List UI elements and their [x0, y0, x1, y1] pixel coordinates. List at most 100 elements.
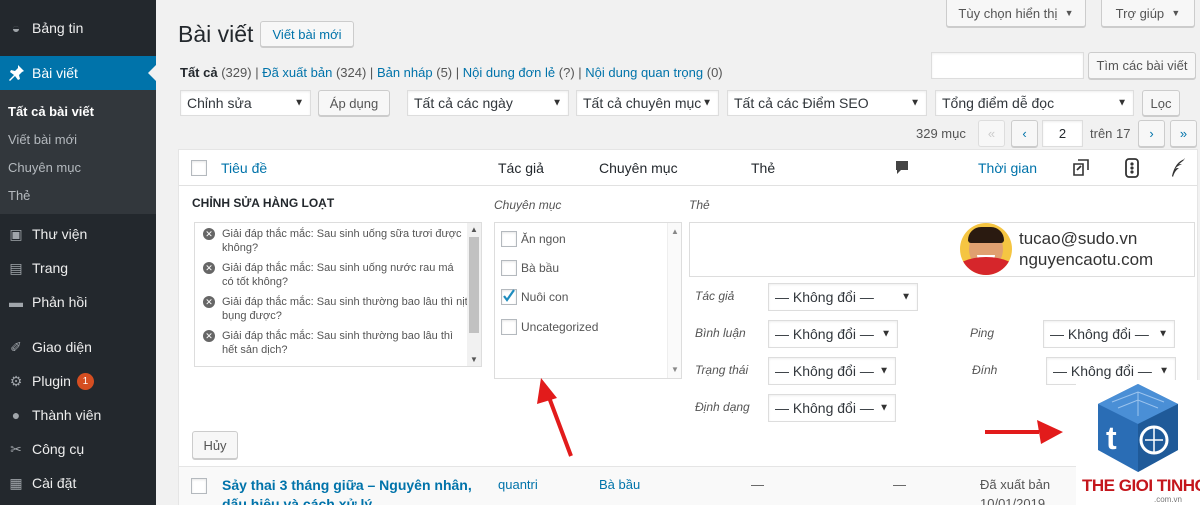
count: (5) [436, 65, 453, 80]
last-page-button[interactable]: » [1170, 120, 1197, 147]
menu-media[interactable]: ▣ Thư viện [0, 217, 156, 251]
submenu-categories[interactable]: Chuyên mục [8, 160, 81, 175]
readability-select[interactable]: Tổng điểm dễ đọc ▼ [935, 90, 1134, 116]
dashboard-icon: ◒ [11, 20, 21, 36]
menu-dashboard[interactable]: ◒ Bảng tin [0, 11, 156, 45]
appearance-icon: ✐ [10, 338, 22, 355]
next-page-button[interactable]: › [1138, 120, 1165, 147]
category-option[interactable]: Nuôi con [501, 289, 568, 305]
menu-users[interactable]: ● Thành viên [0, 398, 156, 432]
category-name: Uncategorized [521, 320, 599, 334]
pages-icon: ▤ [9, 259, 23, 276]
logo-watermark: t THE GIOI TINHOC .com.vn [1076, 380, 1200, 505]
apply-button[interactable]: Áp dụng [318, 90, 390, 116]
category-option[interactable]: Uncategorized [501, 319, 598, 335]
filter-draft[interactable]: Bản nháp [377, 65, 433, 80]
post-category[interactable]: Bà bầu [599, 477, 640, 492]
post-status-filters: Tất cả (329) | Đã xuất bản (324) | Bản n… [180, 65, 723, 80]
category-checkbox-checked[interactable] [501, 289, 517, 305]
status-select[interactable]: — Không đổi — ▼ [768, 357, 896, 385]
category-checkbox[interactable] [501, 260, 517, 276]
menu-tools[interactable]: ✂ Công cụ [0, 432, 156, 466]
sticky-label: Đính [972, 363, 998, 377]
first-page-button[interactable]: « [978, 120, 1005, 147]
remove-icon[interactable]: ✕ [203, 330, 215, 342]
format-label: Định dạng [695, 400, 750, 414]
add-new-post-button[interactable]: Viết bài mới [260, 21, 354, 47]
scroll-up-icon[interactable]: ▲ [671, 227, 679, 236]
email-text: tucao@sudo.vn [1019, 229, 1138, 248]
menu-pages[interactable]: ▤ Trang [0, 251, 156, 285]
list-item-label: Giải đáp thắc mắc: Sau sinh thường bao l… [222, 296, 468, 322]
prev-page-button[interactable]: ‹ [1011, 120, 1038, 147]
author-select[interactable]: — Không đổi — ▼ [768, 283, 918, 311]
category-name: Nuôi con [521, 290, 569, 304]
row-checkbox[interactable] [191, 478, 207, 494]
logo-text: THE GIOI TINHOC [1082, 476, 1200, 495]
caret-down-icon: ▼ [1117, 97, 1127, 109]
submenu-all-posts[interactable]: Tất cả bài viết [8, 104, 94, 119]
list-item-label: Giải đáp thắc mắc: Sau sinh thường bao l… [222, 330, 454, 356]
select-value: Tất cả các Điểm SEO [734, 95, 869, 111]
current-page-input[interactable]: 2 [1042, 120, 1083, 147]
scroll-down-icon[interactable]: ▼ [470, 355, 478, 364]
comments-select[interactable]: — Không đổi — ▼ [768, 320, 898, 348]
remove-icon[interactable]: ✕ [203, 228, 215, 240]
category-option[interactable]: Bà bầu [501, 260, 559, 276]
caret-down-icon: ▼ [552, 97, 562, 109]
scrollbar[interactable]: ▲ ▼ [667, 223, 681, 378]
scroll-down-icon[interactable]: ▼ [671, 365, 679, 374]
category-filter-select[interactable]: Tất cả chuyên mục ▼ [576, 90, 719, 116]
menu-plugins[interactable]: ⚙ Plugin 1 [0, 364, 156, 398]
seo-score-select[interactable]: Tất cả các Điểm SEO ▼ [727, 90, 927, 116]
post-status: Đã xuất bản [980, 477, 1051, 492]
category-option[interactable]: Ăn ngon [501, 231, 566, 247]
scrollbar[interactable]: ▲ ▼ [467, 223, 481, 366]
comments-column-icon[interactable] [895, 160, 909, 179]
menu-label: Plugin [32, 373, 71, 389]
filter-sticky[interactable]: Nội dung đơn lẻ [463, 65, 555, 80]
list-item-label: Giải đáp thắc mắc: Sau sinh uống nước ra… [222, 262, 454, 288]
category-checkbox[interactable] [501, 231, 517, 247]
scrollbar-thumb[interactable] [469, 237, 479, 333]
menu-settings[interactable]: ▦ Cài đặt [0, 466, 156, 500]
menu-label: Bài viết [32, 65, 78, 81]
filter-cornerstone[interactable]: Nội dung quan trọng [585, 65, 703, 80]
date-filter-select[interactable]: Tất cả các ngày ▼ [407, 90, 569, 116]
post-title-link[interactable]: Sảy thai 3 tháng giữa – Nguyên nhân, dấu… [222, 476, 482, 505]
remove-icon[interactable]: ✕ [203, 262, 215, 274]
scroll-up-icon[interactable]: ▲ [470, 225, 478, 234]
separator: | [369, 65, 374, 80]
submenu-add-new[interactable]: Viết bài mới [8, 132, 77, 147]
format-select[interactable]: — Không đổi — ▼ [768, 394, 896, 422]
bulk-action-select[interactable]: Chỉnh sửa ▼ [180, 90, 311, 116]
help-button[interactable]: Trợ giúp ▼ [1101, 0, 1195, 27]
filter-all[interactable]: Tất cả [180, 65, 218, 80]
select-value: — Không đổi — [1053, 363, 1152, 379]
menu-label: Cài đặt [32, 475, 77, 491]
submenu-tags[interactable]: Thẻ [8, 188, 30, 203]
author-label: Tác giả [695, 289, 735, 303]
filter-button[interactable]: Lọc [1142, 90, 1180, 116]
search-input[interactable] [931, 52, 1084, 79]
list-item: ✕ Giải đáp thắc mắc: Sau sinh thường bao … [203, 295, 468, 323]
search-posts-button[interactable]: Tìm các bài viết [1088, 52, 1196, 79]
select-value: — Không đổi — [775, 363, 874, 379]
table-row: Sảy thai 3 tháng giữa – Nguyên nhân, dấu… [179, 466, 1197, 505]
screen-options-button[interactable]: Tùy chọn hiển thị ▼ [946, 0, 1086, 27]
menu-posts[interactable]: Bài viết [0, 56, 156, 90]
ping-select[interactable]: — Không đổi — ▼ [1043, 320, 1175, 348]
logo-letter: t [1106, 420, 1117, 456]
column-title[interactable]: Tiêu đề [221, 160, 267, 176]
column-date[interactable]: Thời gian [978, 160, 1037, 176]
help-label: Trợ giúp [1115, 5, 1165, 21]
remove-icon[interactable]: ✕ [203, 296, 215, 308]
category-checkbox[interactable] [501, 319, 517, 335]
select-all-checkbox[interactable] [191, 160, 207, 176]
red-arrow-up-annotation [537, 378, 573, 457]
filter-published[interactable]: Đã xuất bản [262, 65, 332, 80]
cancel-button[interactable]: Hủy [192, 431, 238, 459]
menu-comments[interactable]: ▬ Phản hồi [0, 285, 156, 319]
menu-appearance[interactable]: ✐ Giao diện [0, 330, 156, 364]
post-author[interactable]: quantri [498, 477, 538, 492]
